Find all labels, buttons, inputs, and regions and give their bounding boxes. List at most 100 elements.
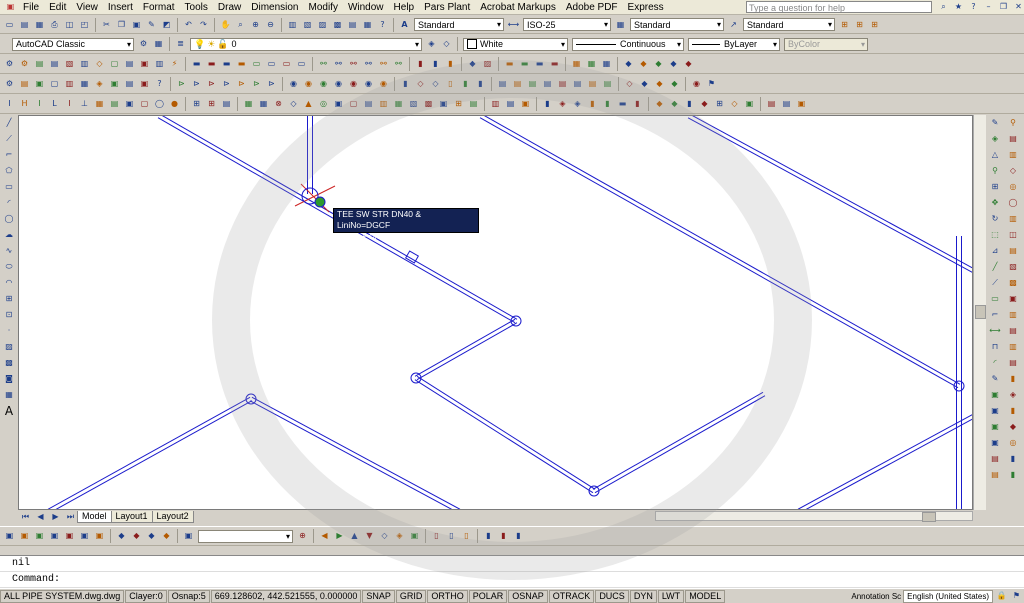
piping-tool-icon[interactable]: ▥	[490, 99, 501, 110]
undo-icon[interactable]: ↶	[183, 19, 194, 30]
modify-tool-icon[interactable]: ◫	[1007, 228, 1019, 242]
menu-item-acrobat-markups[interactable]: Acrobat Markups	[475, 2, 561, 13]
piping-tool-icon[interactable]: ⚡	[169, 59, 180, 70]
status-toggle-osnap[interactable]: OSNAP	[508, 589, 548, 603]
piping-tool-icon[interactable]: ▤	[572, 79, 583, 90]
piping-tool-icon[interactable]: ▮	[498, 531, 509, 542]
piping-tool-icon[interactable]: ◆	[131, 531, 142, 542]
modify-tool-icon[interactable]: ⟷	[989, 324, 1001, 338]
plant-tool-icon[interactable]: ⊞	[839, 19, 850, 30]
piping-tool-icon[interactable]: ⊳	[206, 79, 217, 90]
piping-tool-icon[interactable]: ▮	[602, 99, 613, 110]
ellipse-arc-icon[interactable]: ◠	[4, 276, 15, 290]
piping-tool-icon[interactable]: ⊕	[297, 531, 308, 542]
modify-tool-icon[interactable]: ▣	[1007, 292, 1019, 306]
piping-tool-icon[interactable]: ▤	[602, 79, 613, 90]
modify-tool-icon[interactable]: ▤	[1007, 244, 1019, 258]
piping-tool-icon[interactable]: ▣	[520, 99, 531, 110]
piping-tool-icon[interactable]: ◆	[699, 99, 710, 110]
piping-tool-icon[interactable]: ◉	[363, 79, 374, 90]
piping-tool-icon[interactable]: ◆	[623, 59, 634, 70]
piping-tool-icon[interactable]: ⊳	[176, 79, 187, 90]
piping-tool-icon[interactable]: ▥	[79, 59, 90, 70]
piping-tool-icon[interactable]: ⚯	[378, 59, 389, 70]
cut-icon[interactable]: ✂	[101, 19, 112, 30]
piping-tool-icon[interactable]: ▬	[236, 59, 247, 70]
piping-tool-icon[interactable]: ▬	[504, 59, 515, 70]
piping-tool-icon[interactable]: ▣	[333, 99, 344, 110]
modify-tool-icon[interactable]: ▥	[1007, 148, 1019, 162]
piping-tool-icon[interactable]: ⚙	[19, 59, 30, 70]
calculator-icon[interactable]: ▦	[362, 19, 373, 30]
menu-item-draw[interactable]: Draw	[213, 2, 246, 13]
modify-tool-icon[interactable]: ⟋	[989, 276, 1001, 290]
arc-icon[interactable]: ◜	[4, 196, 15, 210]
menu-item-format[interactable]: Format	[138, 2, 180, 13]
modify-tool-icon[interactable]: ▤	[1007, 356, 1019, 370]
menu-item-adobe-pdf[interactable]: Adobe PDF	[561, 2, 623, 13]
tray-icon[interactable]: ⚑	[1011, 591, 1022, 602]
status-toggle-otrack[interactable]: OTRACK	[548, 589, 595, 603]
tab-model[interactable]: Model	[77, 510, 112, 523]
piping-tool-icon[interactable]: ▤	[19, 79, 30, 90]
piping-tool-icon[interactable]: ▮	[587, 99, 598, 110]
piping-tool-icon[interactable]: ▤	[557, 79, 568, 90]
piping-tool-icon[interactable]: ▥	[378, 99, 389, 110]
help-icon[interactable]: ?	[968, 1, 979, 12]
piping-tool-icon[interactable]: ◀	[319, 531, 330, 542]
horizontal-scrollbar[interactable]	[655, 511, 973, 522]
piping-tool-icon[interactable]: ▤	[468, 99, 479, 110]
modify-tool-icon[interactable]: ⊞	[989, 180, 1001, 194]
piping-tool-icon[interactable]: ▤	[781, 99, 792, 110]
piping-tool-icon[interactable]: ◆	[654, 79, 665, 90]
modify-tool-icon[interactable]: ⊓	[989, 340, 1001, 354]
piping-tool-icon[interactable]: ▬	[549, 59, 560, 70]
menu-item-help[interactable]: Help	[389, 2, 420, 13]
region-icon[interactable]: ◙	[4, 372, 15, 386]
piping-tool-icon[interactable]: ▯	[445, 79, 456, 90]
piping-tool-icon[interactable]: ▥	[64, 79, 75, 90]
zoom-window-icon[interactable]: ⊕	[250, 19, 261, 30]
modify-tool-icon[interactable]: ▩	[1007, 276, 1019, 290]
menu-item-file[interactable]: File	[18, 2, 44, 13]
piping-tool-icon[interactable]: ▮	[415, 59, 426, 70]
piping-tool-icon[interactable]: ▣	[183, 531, 194, 542]
piping-tool-icon[interactable]: ⊗	[273, 99, 284, 110]
piping-tool-icon[interactable]: ⊞	[453, 99, 464, 110]
piping-tool-icon[interactable]: ◈	[94, 79, 105, 90]
piping-tool-icon[interactable]: ▬	[221, 59, 232, 70]
menu-item-modify[interactable]: Modify	[304, 2, 343, 13]
modify-tool-icon[interactable]: ▣	[989, 404, 1001, 418]
match-properties-icon[interactable]: ✎	[146, 19, 157, 30]
piping-tool-icon[interactable]: ◆	[639, 79, 650, 90]
rectangle-icon[interactable]: ▭	[4, 180, 15, 194]
piping-tool-icon[interactable]: ▯	[431, 531, 442, 542]
piping-tool-icon[interactable]: ▦	[243, 99, 254, 110]
mleader-style-select[interactable]: Standard ▾	[743, 18, 835, 31]
modify-tool-icon[interactable]: ✥	[989, 196, 1001, 210]
status-annotation[interactable]: Annotation Sc	[851, 592, 901, 601]
piping-tool-icon[interactable]: ⊥	[79, 99, 90, 110]
plot-icon[interactable]: ⎙	[49, 19, 60, 30]
piping-tool-icon[interactable]: ▣	[19, 531, 30, 542]
menu-item-view[interactable]: View	[71, 2, 103, 13]
modify-tool-icon[interactable]: ▤	[1007, 324, 1019, 338]
modify-tool-icon[interactable]: ↻	[989, 212, 1001, 226]
status-toggle-polar[interactable]: POLAR	[468, 589, 508, 603]
piping-tool-icon[interactable]: ▮	[460, 79, 471, 90]
piping-tool-icon[interactable]: ▮	[632, 99, 643, 110]
piping-tool-icon[interactable]: ◈	[557, 99, 568, 110]
piping-tool-icon[interactable]: ▤	[512, 79, 523, 90]
text-style-select[interactable]: Standard ▾	[414, 18, 504, 31]
save-icon[interactable]: ▦	[34, 19, 45, 30]
help-search-input[interactable]: Type a question for help	[746, 1, 932, 13]
piping-tool-icon[interactable]: ▣	[139, 59, 150, 70]
open-icon[interactable]: ▤	[19, 19, 30, 30]
piping-tool-icon[interactable]: ⊳	[191, 79, 202, 90]
piping-tool-icon[interactable]: ⚯	[333, 59, 344, 70]
layer-current-icon[interactable]: ◈	[426, 39, 437, 50]
piping-tool-icon[interactable]: ◎	[318, 99, 329, 110]
piping-tool-icon[interactable]: ◆	[146, 531, 157, 542]
piping-tool-icon[interactable]: ▣	[34, 79, 45, 90]
piping-tool-icon[interactable]: ▭	[266, 59, 277, 70]
